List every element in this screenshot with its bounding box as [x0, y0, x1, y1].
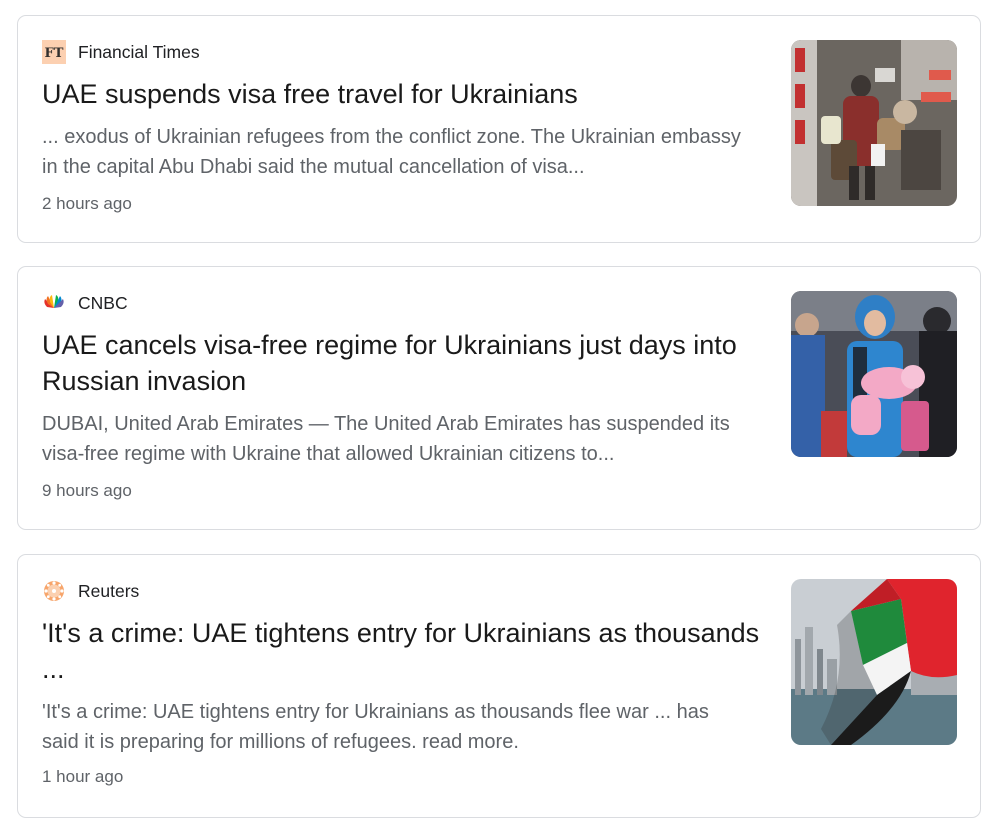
source-name: CNBC [78, 292, 128, 313]
article-thumbnail[interactable] [791, 291, 957, 457]
title-line: UAE cancels visa-free regime for Ukraini… [42, 330, 737, 360]
news-card[interactable]: FT Financial Times UAE suspends visa fre… [17, 15, 981, 243]
title-line: 'It's a crime: UAE tightens entry for Uk… [42, 618, 760, 648]
article-timestamp: 2 hours ago [42, 194, 132, 213]
snippet-line: visa-free regime with Ukraine that allow… [42, 443, 615, 465]
snippet-line: ... exodus of Ukrainian refugees from th… [42, 126, 741, 148]
ft-logo-icon: FT [42, 40, 66, 64]
article-thumbnail[interactable] [791, 579, 957, 745]
snippet-line: said it is preparing for millions of ref… [42, 731, 519, 753]
news-source: FT Financial Times [42, 40, 200, 64]
source-name: Reuters [78, 580, 140, 601]
article-timestamp: 9 hours ago [42, 481, 132, 500]
svg-text:FT: FT [45, 46, 64, 61]
source-name: Financial Times [78, 41, 200, 62]
article-title-link[interactable]: 'It's a crime: UAE tightens entry for Uk… [42, 615, 762, 687]
title-line: Russian invasion [42, 366, 247, 396]
article-snippet: ... exodus of Ukrainian refugees from th… [42, 122, 777, 182]
news-source: Reuters [42, 579, 139, 603]
snippet-line: in the capital Abu Dhabi said the mutual… [42, 156, 585, 178]
news-card[interactable]: Reuters 'It's a crime: UAE tightens entr… [17, 554, 981, 818]
refugees-with-luggage-photo-icon [791, 40, 957, 206]
news-card[interactable]: CNBC UAE cancels visa-free regime for Uk… [17, 266, 981, 530]
news-source: CNBC [42, 291, 128, 315]
woman-carrying-baby-photo-icon [791, 291, 957, 457]
article-timestamp: 1 hour ago [42, 767, 124, 786]
cnbc-peacock-icon [42, 291, 66, 315]
article-snippet: 'It's a crime: UAE tightens entry for Uk… [42, 697, 777, 757]
article-title-link[interactable]: UAE cancels visa-free regime for Ukraini… [42, 327, 762, 399]
snippet-line: 'It's a crime: UAE tightens entry for Uk… [42, 701, 709, 723]
reuters-dots-icon [42, 579, 66, 603]
article-thumbnail[interactable] [791, 40, 957, 206]
article-title-link[interactable]: UAE suspends visa free travel for Ukrain… [42, 76, 762, 112]
uae-flag-photo-icon [791, 579, 957, 745]
title-line: ... [42, 654, 65, 684]
article-snippet: DUBAI, United Arab Emirates — The United… [42, 409, 777, 469]
snippet-line: DUBAI, United Arab Emirates — The United… [42, 413, 730, 435]
